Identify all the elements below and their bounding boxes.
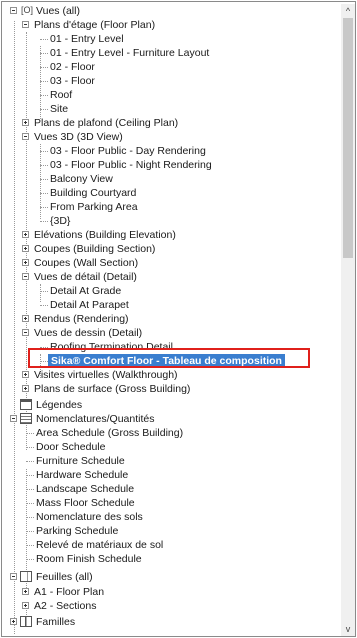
chevron-up-icon[interactable]: ^ [341,4,355,18]
tree-leaf-label: Relevé de matériaux de sol [36,539,164,551]
legend-icon [20,399,32,410]
tree-node-label: Vues 3D (3D View) [34,131,123,143]
tree-leaf-label: Door Schedule [36,441,106,453]
tree-node-area-plans[interactable]: Plans de surface (Gross Building) [4,382,334,396]
expand-toggle[interactable] [22,244,29,252]
tree-leaf-label: Parking Schedule [36,525,119,537]
tree-node-3d-views[interactable]: Vues 3D (3D View) [4,130,334,144]
tree-node-label: Coupes (Building Section) [34,243,156,255]
tree-leaf-label: Detail At Parapet [50,299,129,311]
expand-toggle[interactable] [22,314,29,322]
tree-node-schedules[interactable]: Nomenclatures/Quantités [4,412,334,426]
tree-node-label: Plans de plafond (Ceiling Plan) [34,117,179,129]
collapse-toggle[interactable] [22,272,29,280]
tree-leaf-label: 03 - Floor [50,75,95,87]
collapse-toggle[interactable] [22,328,29,336]
expand-toggle[interactable] [22,230,29,238]
tree-node-detail-views[interactable]: Vues de détail (Detail) [4,270,334,284]
tree-node-building-sections[interactable]: Coupes (Building Section) [4,242,334,256]
tree-node-label: Coupes (Wall Section) [34,257,139,269]
tree-leaf-label: Building Courtyard [50,187,137,199]
views-icon: [O] [21,5,34,15]
tree-leaf-label: Room Finish Schedule [36,553,142,565]
expand-toggle[interactable] [22,258,29,266]
tree-node-walkthroughs[interactable]: Visites virtuelles (Walkthrough) [4,368,334,382]
collapse-toggle[interactable] [10,414,17,422]
expand-toggle[interactable] [10,617,17,625]
family-icon [20,616,32,627]
tree-node-wall-sections[interactable]: Coupes (Wall Section) [4,256,334,270]
tree-node-label: A1 - Floor Plan [34,586,105,598]
tree-leaf-label: 02 - Floor [50,61,95,73]
tree-node-elevations[interactable]: Elévations (Building Elevation) [4,228,334,242]
tree-node-label: Familles [36,616,76,628]
tree-node-label: Vues (all) [36,5,80,17]
tree-node-ceiling-plans[interactable]: Plans de plafond (Ceiling Plan) [4,116,334,130]
tree-node-sheets[interactable]: Feuilles (all) [4,570,334,584]
tree-node-sheet[interactable]: A1 - Floor Plan [4,585,334,599]
chevron-down-icon[interactable]: v [341,622,355,636]
tree-node-sheet[interactable]: A2 - Sections [4,599,334,613]
tree-leaf-label: Landscape Schedule [36,483,135,495]
tree-node-label: Vues de dessin (Detail) [34,327,143,339]
tree-leaf-label: Hardware Schedule [36,469,129,481]
tree-leaf-label: Area Schedule (Gross Building) [36,427,184,439]
tree-node-legends[interactable]: Légendes [4,398,334,412]
tree-node-label: Vues de détail (Detail) [34,271,137,283]
tree-node-drafting-views[interactable]: Vues de dessin (Detail) [4,326,334,340]
tree-node-families[interactable]: Familles [4,615,334,629]
collapse-toggle[interactable] [10,572,17,580]
tree-leaf-label: Detail At Grade [50,285,122,297]
tree-leaf-label: 03 - Floor Public - Day Rendering [50,145,206,157]
tree-node-renderings[interactable]: Rendus (Rendering) [4,312,334,326]
tree-node-label: Rendus (Rendering) [34,313,129,325]
project-browser-panel: [O] Vues (all) Plans d'étage (Floor Plan… [1,1,356,637]
tree-node-label: Visites virtuelles (Walkthrough) [34,369,178,381]
tree-node-label: Nomenclatures/Quantités [36,413,155,425]
tree-leaf-label: {3D} [50,215,71,227]
collapse-toggle[interactable] [22,20,29,28]
schedule-icon [20,413,32,424]
tree-node-label: A2 - Sections [34,600,97,612]
tree-leaf-label: 01 - Entry Level - Furniture Layout [50,47,210,59]
tree-leaf-label: From Parking Area [50,201,138,213]
collapse-toggle[interactable] [10,6,17,14]
tree-node-floor-plans[interactable]: Plans d'étage (Floor Plan) [4,18,334,32]
tree-node-label: Plans de surface (Gross Building) [34,383,191,395]
expand-toggle[interactable] [22,370,29,378]
scrollbar-thumb[interactable] [343,18,353,258]
tree-connector [40,284,41,302]
expand-toggle[interactable] [22,384,29,392]
sheet-icon [20,571,32,582]
tree-node-label: Feuilles (all) [36,571,93,583]
highlight-box [28,348,310,368]
tree-leaf-label: Furniture Schedule [36,455,125,467]
tree-leaf-label: Mass Floor Schedule [36,497,135,509]
collapse-toggle[interactable] [22,132,29,140]
tree-node-label: Elévations (Building Elevation) [34,229,176,241]
tree-node-label: Légendes [36,399,83,411]
tree-leaf-label: Roof [50,89,73,101]
expand-toggle[interactable] [22,587,29,595]
tree-leaf-label: 03 - Floor Public - Night Rendering [50,159,212,171]
expand-toggle[interactable] [22,118,29,126]
tree-leaf-label: 01 - Entry Level [50,33,124,45]
expand-toggle[interactable] [22,601,29,609]
tree-leaf-label: Site [50,103,69,115]
tree-leaf-label: Balcony View [50,173,113,185]
tree-leaf-label: Nomenclature des sols [36,511,143,523]
tree-node-label: Plans d'étage (Floor Plan) [34,19,156,31]
tree-node-views-all[interactable]: [O] Vues (all) [4,4,334,18]
